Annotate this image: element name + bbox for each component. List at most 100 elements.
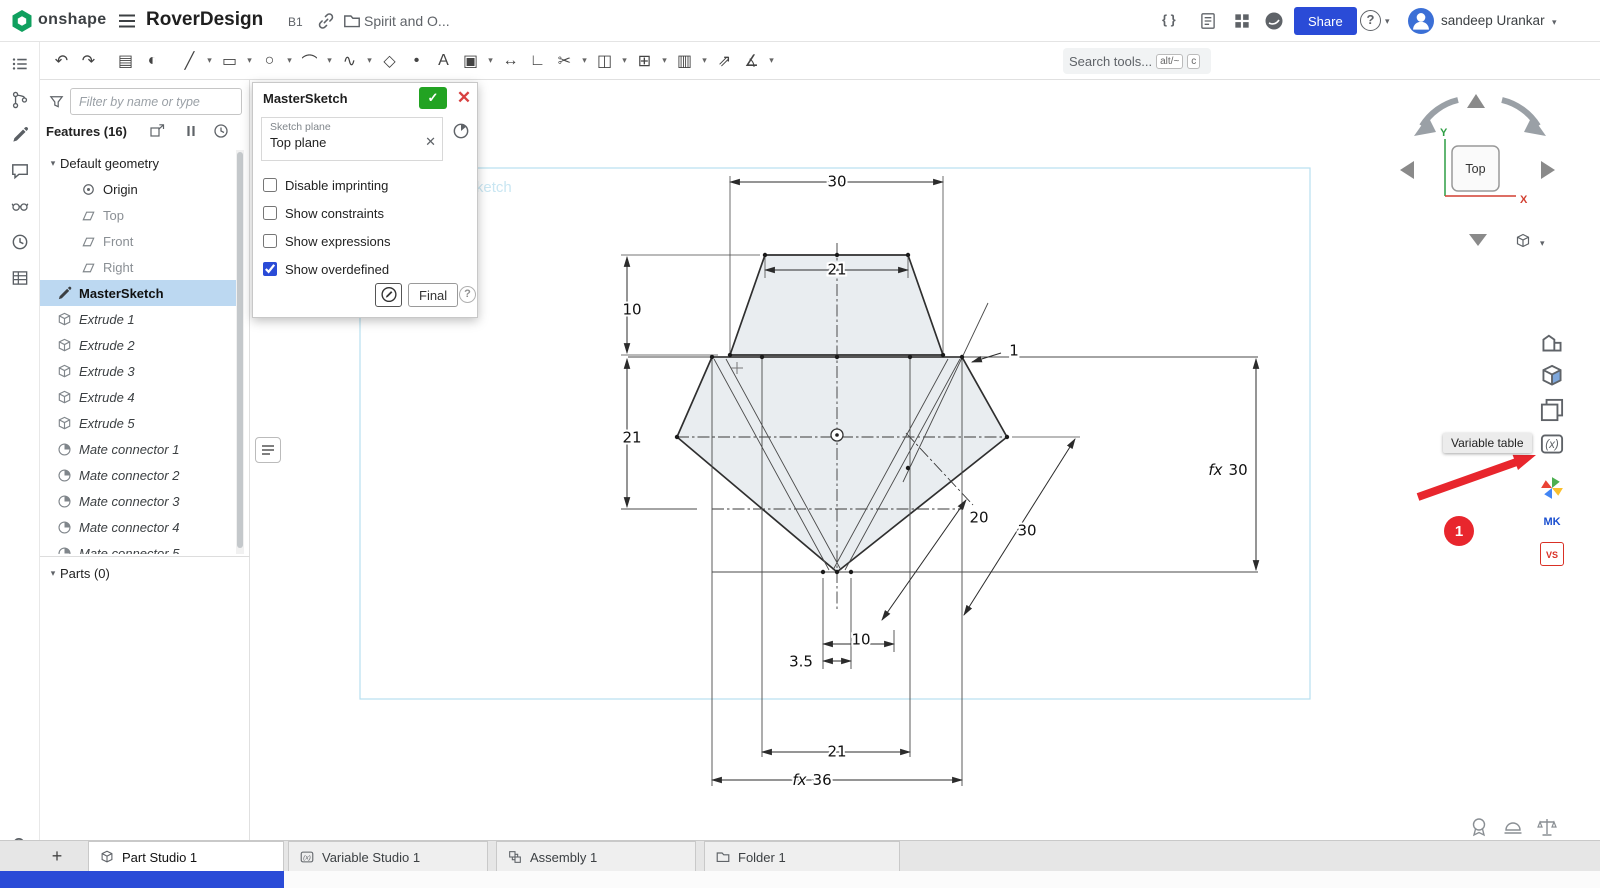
- measure-tool-icon[interactable]: ⇗: [711, 48, 738, 74]
- tree-item-extrude-5[interactable]: Extrude 5: [40, 410, 236, 436]
- hexagon-profile[interactable]: [677, 357, 1007, 572]
- show-expressions-checkbox[interactable]: [263, 234, 277, 248]
- tree-item-top-plane[interactable]: Top: [40, 202, 236, 228]
- tree-item-mate-connector-1[interactable]: Mate connector 1: [40, 436, 236, 462]
- remove-plane-icon[interactable]: ✕: [425, 134, 436, 150]
- tab-part-studio-1[interactable]: Part Studio 1: [88, 841, 284, 872]
- view-down-arrow[interactable]: [1469, 234, 1487, 246]
- history-icon[interactable]: [10, 232, 30, 252]
- text-tool-icon[interactable]: A: [430, 48, 457, 74]
- feature-list-flyout-button[interactable]: [255, 437, 281, 463]
- view-right-arrow[interactable]: [1541, 161, 1555, 179]
- trim-caret-icon[interactable]: ▾: [578, 55, 591, 66]
- rectangle-tool-icon[interactable]: ▭: [216, 48, 243, 74]
- dialog-help-icon[interactable]: ?: [459, 286, 476, 303]
- show-constraints-checkbox[interactable]: [263, 206, 277, 220]
- document-title[interactable]: RoverDesign: [146, 9, 263, 31]
- filter-funnel-icon[interactable]: [48, 93, 65, 110]
- tab-assembly-1[interactable]: Assembly 1: [496, 841, 696, 872]
- avatar[interactable]: [1408, 8, 1434, 34]
- feature-list-icon[interactable]: [10, 54, 30, 74]
- appearance-icon[interactable]: ◐: [139, 48, 166, 74]
- angle-tool-icon[interactable]: ∡: [738, 48, 765, 74]
- fillet-tool-icon[interactable]: ∟: [524, 48, 551, 74]
- point-tool-icon[interactable]: •: [403, 48, 430, 74]
- onshape-logo-icon[interactable]: [10, 9, 34, 33]
- breadcrumb[interactable]: Spirit and O...: [364, 13, 450, 29]
- tree-item-mastersketch[interactable]: MasterSketch: [40, 280, 236, 306]
- option-show-constraints[interactable]: Show constraints: [263, 199, 469, 227]
- copies-icon[interactable]: [1538, 396, 1566, 424]
- tree-item-mate-connector-5[interactable]: Mate connector 5: [40, 540, 236, 554]
- final-button[interactable]: Final: [408, 283, 458, 307]
- sketch-plane-field[interactable]: Sketch plane Top plane ✕: [261, 117, 443, 161]
- disable-imprinting-checkbox[interactable]: [263, 178, 277, 192]
- featurescript-icon[interactable]: { }: [1162, 12, 1176, 27]
- help-caret-icon[interactable]: ▾: [1385, 16, 1390, 27]
- isometric-cube-icon[interactable]: [1518, 235, 1529, 247]
- versions-branch-icon[interactable]: [10, 90, 30, 110]
- mirror-caret-icon[interactable]: ▾: [618, 55, 631, 66]
- line-caret-icon[interactable]: ▾: [203, 55, 216, 66]
- tree-item-extrude-4[interactable]: Extrude 4: [40, 384, 236, 410]
- cloud-icon[interactable]: [1502, 816, 1524, 838]
- tree-item-extrude-2[interactable]: Extrude 2: [40, 332, 236, 358]
- rectangle-caret-icon[interactable]: ▾: [243, 55, 256, 66]
- new-tab-button[interactable]: +: [44, 844, 70, 869]
- tree-item-origin[interactable]: Origin: [40, 176, 236, 202]
- search-tools-field[interactable]: Search tools... alt/~ c: [1063, 48, 1211, 74]
- scale-icon[interactable]: [1536, 816, 1558, 838]
- option-show-overdefined[interactable]: Show overdefined: [263, 255, 469, 283]
- trim-tool-icon[interactable]: ✂: [551, 48, 578, 74]
- version-badge[interactable]: B1: [288, 15, 303, 29]
- hamburger-menu-icon[interactable]: [118, 13, 136, 29]
- option-show-expressions[interactable]: Show expressions: [263, 227, 469, 255]
- circle-caret-icon[interactable]: ▾: [283, 55, 296, 66]
- insert-feature-icon[interactable]: [148, 122, 166, 140]
- parts-section-header[interactable]: ▾Parts (0): [40, 560, 250, 586]
- undo-icon[interactable]: ↶: [48, 48, 75, 74]
- user-caret-icon[interactable]: ▾: [1552, 17, 1557, 28]
- angle-caret-icon[interactable]: ▾: [765, 55, 778, 66]
- appstore-icon[interactable]: [1232, 11, 1252, 31]
- view-cube[interactable]: Top Y X ▾: [1390, 86, 1570, 256]
- tree-item-mate-connector-4[interactable]: Mate connector 4: [40, 514, 236, 540]
- arc-tool-icon[interactable]: ⌒: [296, 48, 323, 74]
- pattern-tool-icon[interactable]: ⊞: [631, 48, 658, 74]
- view-options-caret-icon[interactable]: ▾: [1540, 238, 1545, 248]
- spline-tool-icon[interactable]: ∿: [336, 48, 363, 74]
- tree-item-front-plane[interactable]: Front: [40, 228, 236, 254]
- image-tool-icon[interactable]: ▥: [671, 48, 698, 74]
- link-icon[interactable]: [316, 11, 336, 31]
- cancel-x-button[interactable]: ✕: [452, 86, 476, 110]
- help-icon[interactable]: ?: [1360, 10, 1381, 31]
- share-button[interactable]: Share: [1294, 7, 1357, 35]
- option-disable-imprinting[interactable]: Disable imprinting: [263, 171, 469, 199]
- follow-glasses-icon[interactable]: [10, 196, 30, 216]
- tab-variable-studio-1[interactable]: Variable Studio 1: [288, 841, 488, 872]
- arc-caret-icon[interactable]: ▾: [323, 55, 336, 66]
- stamp-icon[interactable]: [1468, 816, 1490, 838]
- rollback-clock-icon[interactable]: [212, 122, 230, 140]
- image-caret-icon[interactable]: ▾: [698, 55, 711, 66]
- polygon-tool-icon[interactable]: ◇: [376, 48, 403, 74]
- chevron-down-icon[interactable]: ▾: [46, 158, 60, 169]
- chevron-down-icon[interactable]: ▾: [46, 568, 60, 579]
- tree-item-mate-connector-2[interactable]: Mate connector 2: [40, 462, 236, 488]
- edit-pencil-icon[interactable]: [10, 125, 30, 145]
- tree-item-extrude-1[interactable]: Extrude 1: [40, 306, 236, 332]
- show-overdefined-checkbox[interactable]: [263, 262, 277, 276]
- tree-item-extrude-3[interactable]: Extrude 3: [40, 358, 236, 384]
- spline-caret-icon[interactable]: ▾: [363, 55, 376, 66]
- view-up-arrow[interactable]: [1467, 94, 1485, 108]
- mirror-tool-icon[interactable]: ◫: [591, 48, 618, 74]
- comments-icon[interactable]: [10, 161, 30, 181]
- slot-tool-icon[interactable]: ▣: [457, 48, 484, 74]
- sketch-geometry[interactable]: [621, 176, 1258, 786]
- slot-caret-icon[interactable]: ▾: [484, 55, 497, 66]
- user-name[interactable]: sandeep Urankar: [1441, 13, 1545, 28]
- filter-input[interactable]: [70, 88, 242, 115]
- origin-marker[interactable]: [831, 429, 843, 441]
- tree-scrollbar-thumb[interactable]: [237, 152, 243, 548]
- view-cube-label[interactable]: Top: [1465, 162, 1485, 176]
